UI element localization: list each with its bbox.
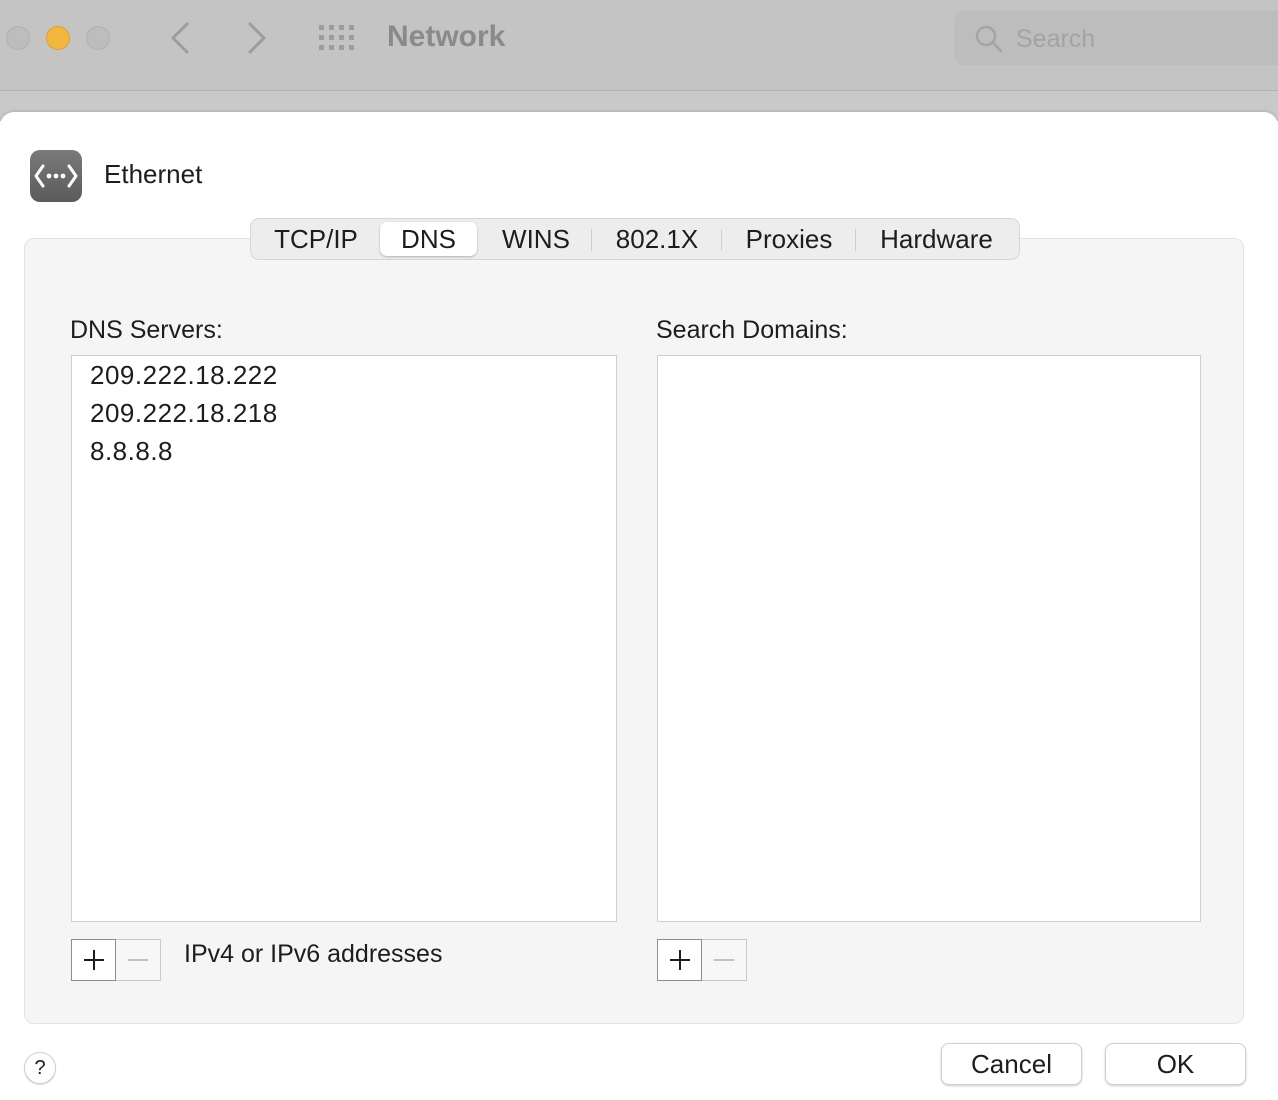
dns-servers-list[interactable]: 209.222.18.222 209.222.18.218 8.8.8.8	[71, 355, 617, 922]
ok-button[interactable]: OK	[1105, 1043, 1246, 1085]
dns-servers-add-remove	[71, 939, 161, 981]
search-domains-label: Search Domains:	[656, 316, 848, 344]
remove-dns-server-button[interactable]	[116, 939, 161, 981]
add-search-domain-button[interactable]	[657, 939, 702, 981]
tab-wins[interactable]: WINS	[483, 222, 589, 256]
add-dns-server-button[interactable]	[71, 939, 116, 981]
tab-tcp-ip[interactable]: TCP/IP	[255, 222, 377, 256]
window-titlebar: Network Search	[0, 0, 1278, 91]
plus-icon	[670, 950, 690, 970]
dns-address-hint: IPv4 or IPv6 addresses	[184, 940, 443, 968]
search-domains-add-remove	[657, 939, 747, 981]
close-window-button[interactable]	[6, 26, 30, 50]
help-button[interactable]: ?	[24, 1052, 56, 1084]
minimize-window-button[interactable]	[46, 26, 70, 50]
dns-servers-label: DNS Servers:	[70, 316, 223, 344]
minus-icon	[714, 959, 734, 961]
tab-dns[interactable]: DNS	[380, 222, 477, 256]
list-item[interactable]: 209.222.18.218	[90, 398, 278, 429]
tab-hardware[interactable]: Hardware	[858, 222, 1015, 256]
list-item[interactable]: 209.222.18.222	[90, 360, 278, 391]
search-placeholder: Search	[1016, 25, 1096, 53]
tab-802-1x[interactable]: 802.1X	[594, 222, 720, 256]
tab-divider	[591, 229, 592, 251]
tab-divider	[855, 229, 856, 251]
app-grid-icon[interactable]	[318, 24, 356, 52]
minus-icon	[128, 959, 148, 961]
dns-panel: DNS Servers: 209.222.18.222 209.222.18.2…	[24, 238, 1244, 1024]
list-item[interactable]: 8.8.8.8	[90, 436, 173, 467]
back-chevron-icon[interactable]	[163, 20, 199, 56]
search-domains-list[interactable]	[657, 355, 1201, 922]
zoom-window-button[interactable]	[86, 26, 110, 50]
service-name: Ethernet	[104, 159, 203, 189]
search-icon	[974, 24, 1004, 54]
window-title: Network	[387, 20, 506, 53]
advanced-settings-sheet: Ethernet DNS Servers: 209.222.18.222 209…	[0, 112, 1278, 1100]
tab-divider	[721, 229, 722, 251]
remove-search-domain-button[interactable]	[702, 939, 747, 981]
settings-tab-bar: TCP/IP DNS WINS 802.1X Proxies Hardware	[250, 218, 1020, 260]
plus-icon	[84, 950, 104, 970]
search-field[interactable]: Search	[954, 11, 1278, 65]
cancel-button[interactable]: Cancel	[941, 1043, 1082, 1085]
forward-chevron-icon[interactable]	[238, 20, 274, 56]
tab-proxies[interactable]: Proxies	[725, 222, 853, 256]
ethernet-icon	[30, 150, 82, 202]
